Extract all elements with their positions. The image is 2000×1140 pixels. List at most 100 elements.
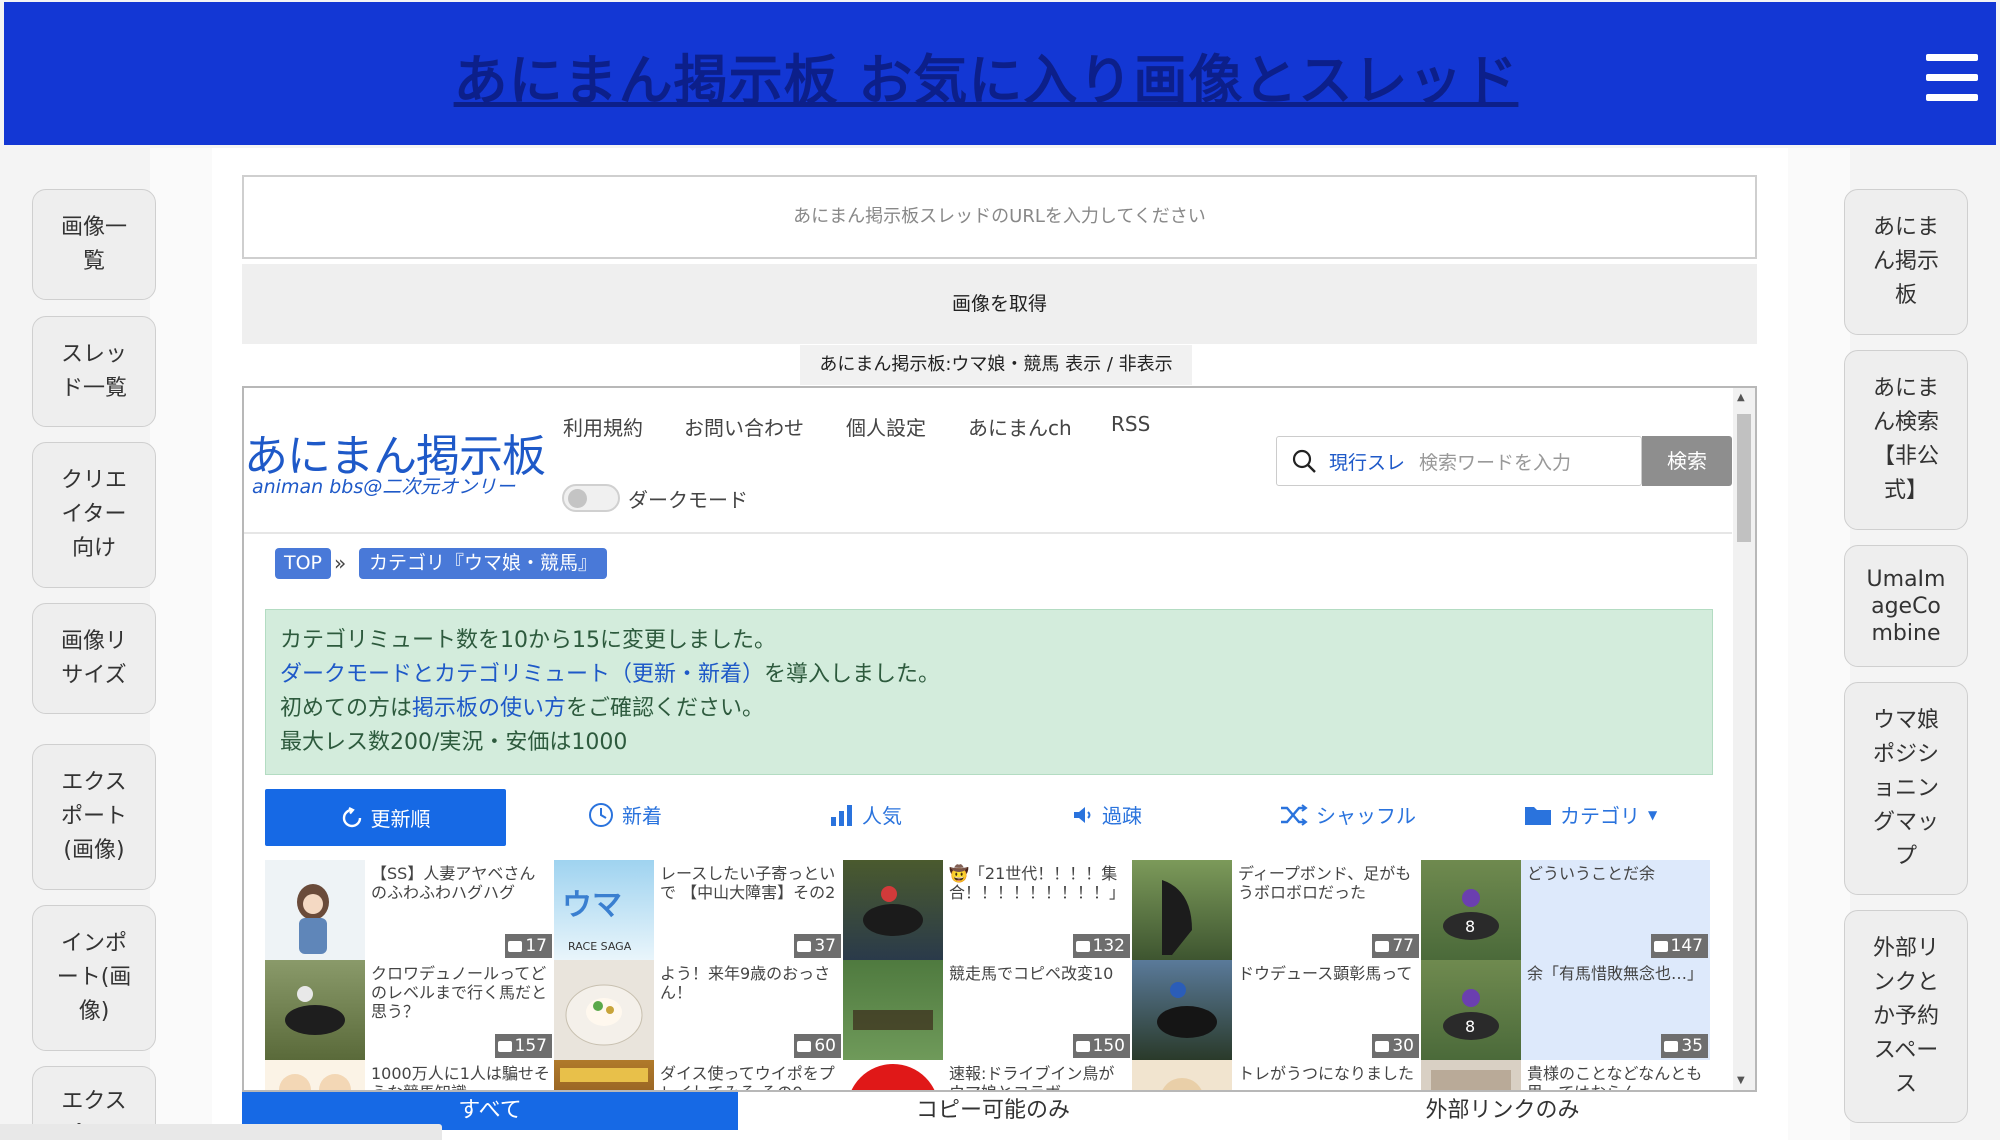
thread-card[interactable]: 競走馬でコピペ改変10 150	[843, 960, 1132, 1060]
tab-updated[interactable]: 更新順	[265, 789, 506, 846]
thread-thumbnail	[1421, 1060, 1521, 1090]
notice-line: ダークモードとカテゴリミュート（更新・新着）を導入しました。	[280, 662, 941, 687]
thread-card[interactable]: ディープボンド、足がもうボロボロだった 77	[1132, 860, 1421, 960]
url-input[interactable]: あにまん掲示板スレッドのURLを入力してください	[242, 175, 1757, 259]
filter-copyable-button[interactable]: コピー可能のみ	[738, 1092, 1248, 1130]
thread-card[interactable]: ウマ RACE SAGA レースしたい子寄っといで 【中山大障害】その2 37	[554, 860, 843, 960]
tab-quiet[interactable]: 過疎	[1072, 800, 1142, 829]
breadcrumb-top[interactable]: TOP	[275, 548, 332, 579]
thread-card[interactable]: 8 どういうことだ余 147	[1421, 860, 1710, 960]
tab-shuffle[interactable]: シャッフル	[1280, 800, 1416, 829]
nav-import-image-button[interactable]: インポ ート(画 像)	[32, 905, 156, 1051]
notice-line: 最大レス数200/実況・安価は1000	[280, 730, 628, 755]
thread-thumbnail	[843, 960, 943, 1060]
reply-count: 30	[1372, 1034, 1419, 1058]
left-panel-edge	[150, 148, 212, 1140]
tab-category[interactable]: カテゴリ ▼	[1524, 800, 1657, 829]
nav-terms-link[interactable]: 利用規約	[563, 412, 643, 441]
reply-count: 150	[1072, 1034, 1130, 1058]
breadcrumb-category[interactable]: カテゴリ『ウマ娘・競馬』	[359, 548, 608, 579]
scroll-up-icon[interactable]: ▲	[1737, 392, 1745, 403]
nav-creator-button[interactable]: クリエ イター 向け	[32, 442, 156, 588]
thread-thumbnail	[265, 960, 365, 1060]
nav-contact-link[interactable]: お問い合わせ	[684, 412, 804, 441]
tab-new[interactable]: 新着	[588, 800, 662, 829]
notice-line: カテゴリミュート数を10から15に変更しました。	[280, 628, 776, 653]
nav-rss-link[interactable]: RSS	[1111, 412, 1150, 436]
thread-thumbnail	[265, 1060, 365, 1090]
notice-link[interactable]: ダークモードとカテゴリミュート（更新・新着）	[280, 662, 764, 687]
scroll-down-icon[interactable]: ▼	[1737, 1075, 1745, 1086]
comment-icon	[1375, 1040, 1390, 1052]
comment-icon	[1075, 1040, 1090, 1052]
thread-card[interactable]: 速報:ドライブイン鳥がウマ娘とコラボ	[843, 1060, 1132, 1090]
svg-text:ウマ: ウマ	[562, 888, 622, 923]
search-button[interactable]: 検索	[1642, 436, 1732, 486]
thread-title: クロワデュノールってどのレベルまで行く馬だと思う？	[371, 964, 548, 1021]
refresh-icon	[342, 806, 361, 827]
speaker-icon	[1074, 806, 1091, 823]
hamburger-icon[interactable]	[1926, 54, 1978, 102]
right-panel-edge	[1788, 148, 1850, 1140]
svg-text:8: 8	[1465, 917, 1475, 936]
thread-card[interactable]: 🤠「21世代！！！！集合！！！！！！！！！」 132	[843, 860, 1132, 960]
nav-image-resize-button[interactable]: 画像リ サイズ	[32, 603, 156, 714]
comment-icon	[508, 940, 523, 952]
thread-card[interactable]: 【SS】人妻アヤベさんのふわふわハグハグ 17	[265, 860, 554, 960]
svg-text:8: 8	[1465, 1017, 1475, 1036]
thread-card[interactable]: クロワデュノールってどのレベルまで行く馬だと思う？ 157	[265, 960, 554, 1060]
comment-icon	[1075, 940, 1090, 952]
thread-card[interactable]: 8 余「有馬惜敗無念也…」 35	[1421, 960, 1710, 1060]
thread-thumbnail	[554, 1060, 654, 1090]
nav-animan-search-button[interactable]: あにま ん検索 【非公 式】	[1844, 350, 1968, 530]
notice-link[interactable]: 掲示板の使い方	[412, 696, 566, 721]
nav-export-image-button[interactable]: エクス ポート (画像)	[32, 744, 156, 890]
thread-title: 余「有馬惜敗無念也…」	[1527, 964, 1704, 983]
thread-card[interactable]: 貴様のことなどなんとも思ってはおらん	[1421, 1060, 1710, 1090]
nav-animanch-link[interactable]: あにまんch	[968, 412, 1072, 441]
thread-card[interactable]: 1000万人に1人は騙せそうな競馬知識	[265, 1060, 554, 1090]
thread-card[interactable]: ダイス使ってウイポをプレイしてみる その9	[554, 1060, 843, 1090]
search-placeholder: 検索ワードを入力	[1419, 452, 1572, 474]
tab-popular[interactable]: 人気	[830, 800, 902, 829]
nav-settings-link[interactable]: 個人設定	[846, 412, 926, 441]
thread-thumbnail	[554, 960, 654, 1060]
nav-umaimagecombine-button[interactable]: UmaIm ageCo mbine	[1844, 545, 1968, 667]
frame-scrollbar[interactable]: ▲ ▼	[1733, 388, 1755, 1090]
thread-thumbnail	[843, 860, 943, 960]
folder-icon	[1525, 806, 1551, 825]
header-bar: あにまん掲示板 お気に入り画像とスレッド	[4, 2, 1996, 145]
divider	[244, 532, 1732, 534]
thread-thumbnail	[843, 1060, 943, 1090]
search-scope[interactable]: 現行スレ	[1329, 448, 1405, 475]
thread-thumbnail	[265, 860, 365, 960]
fetch-images-button[interactable]: 画像を取得	[242, 264, 1757, 344]
nav-uma-position-map-button[interactable]: ウマ娘 ポジシ ョニン グマッ プ	[1844, 682, 1968, 895]
nav-thread-list-button[interactable]: スレッ ド一覧	[32, 316, 156, 427]
filter-external-button[interactable]: 外部リンクのみ	[1248, 1092, 1757, 1130]
dark-mode-toggle[interactable]	[562, 484, 620, 512]
shuffle-icon	[1281, 803, 1308, 826]
notice-line: 初めての方は掲示板の使い方をご確認ください。	[280, 696, 765, 721]
thread-card[interactable]: トレがうつになりました	[1132, 1060, 1421, 1090]
site-search-input[interactable]: 現行スレ 検索ワードを入力	[1276, 436, 1642, 486]
page-title[interactable]: あにまん掲示板 お気に入り画像とスレッド	[4, 36, 1968, 115]
thread-thumbnail	[1132, 860, 1232, 960]
thread-title: レースしたい子寄っといで 【中山大障害】その2	[660, 864, 836, 902]
reply-count: 35	[1661, 1034, 1708, 1058]
reply-count: 37	[794, 934, 841, 958]
site-logo-sub: animan bbs@二次元オンリー	[252, 476, 516, 498]
thread-card[interactable]: ドウデュース顕彰馬って 30	[1132, 960, 1421, 1060]
nav-external-links-button[interactable]: 外部リ ンクと か予約 スペー ス	[1844, 910, 1968, 1123]
nav-animan-bbs-button[interactable]: あにま ん掲示 板	[1844, 189, 1968, 335]
svg-text:RACE SAGA: RACE SAGA	[568, 940, 632, 953]
breadcrumb-separator: »	[334, 551, 347, 575]
thread-title: 【SS】人妻アヤベさんのふわふわハグハグ	[371, 864, 536, 902]
scroll-thumb[interactable]	[1737, 414, 1751, 542]
clock-icon	[589, 802, 613, 827]
category-toggle-button[interactable]: あにまん掲示板:ウマ娘・競馬 表示 / 非表示	[800, 345, 1192, 385]
thread-thumbnail: ウマ RACE SAGA	[554, 860, 654, 960]
search-icon	[1292, 449, 1316, 473]
nav-image-list-button[interactable]: 画像一 覧	[32, 189, 156, 300]
thread-card[interactable]: よう！来年9歳のおっさん！ 60	[554, 960, 843, 1060]
